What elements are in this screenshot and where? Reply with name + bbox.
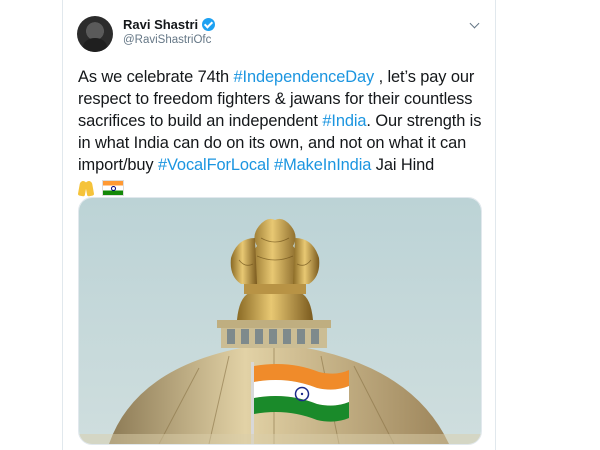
india-flag-icon xyxy=(102,179,124,196)
tweet-media-image[interactable] xyxy=(78,197,482,445)
hashtag-link[interactable]: #MakeInIndia xyxy=(274,156,371,174)
user-handle[interactable]: @RaviShastriOfc xyxy=(123,34,211,46)
verified-badge-icon xyxy=(202,18,216,31)
hashtag-link[interactable]: #VocalForLocal xyxy=(158,156,270,174)
display-name[interactable]: Ravi Shastri xyxy=(123,17,198,32)
tweet-card: Ravi Shastri @RaviShastriOfc As we celeb… xyxy=(62,0,496,450)
vidhana-soudha-photo xyxy=(79,198,481,444)
hashtag-link[interactable]: #India xyxy=(322,112,366,130)
tweet-text-segment: Jai Hind xyxy=(371,156,435,174)
avatar[interactable] xyxy=(77,16,113,52)
tweet-text: As we celebrate 74th #IndependenceDay , … xyxy=(78,66,486,198)
name-row: Ravi Shastri xyxy=(123,17,216,32)
chevron-down-icon[interactable] xyxy=(467,18,481,32)
emoji-row xyxy=(78,179,124,196)
folded-hands-icon xyxy=(78,179,94,196)
hashtag-link[interactable]: #IndependenceDay xyxy=(234,68,375,86)
tweet-text-segment: As we celebrate 74th xyxy=(78,68,234,86)
